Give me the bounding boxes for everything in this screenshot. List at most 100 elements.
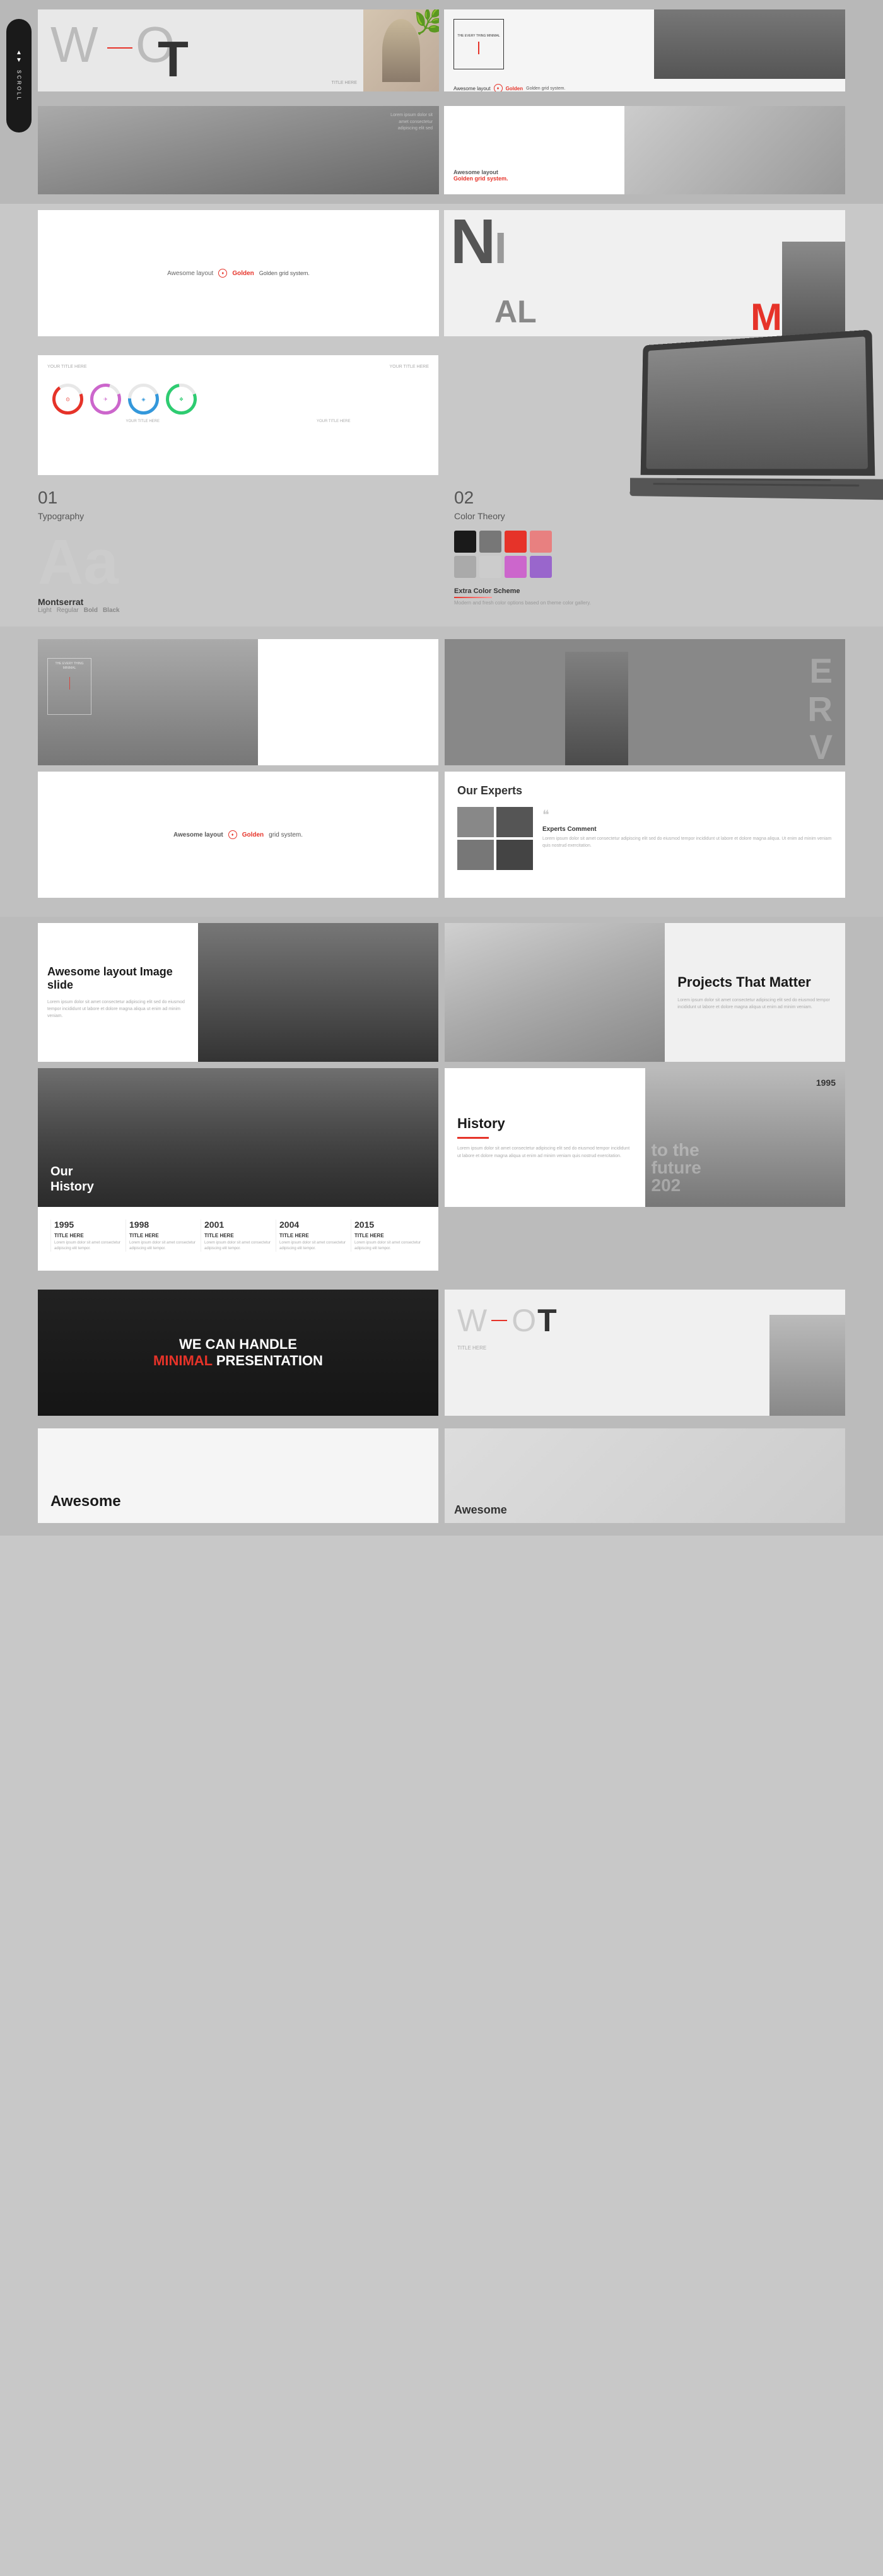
- expert-thumb-1: [457, 807, 494, 837]
- circle-4: ❖: [164, 382, 199, 416]
- label-4: YOUR TITLE HERE: [317, 420, 351, 423]
- font-weights: Light Regular Bold Black: [38, 607, 429, 614]
- year-2001-desc: Lorem ipsum dolor sit amet consectetur a…: [204, 1240, 272, 1252]
- grid-label-centered: Golden grid system.: [259, 270, 310, 276]
- big-aa-letters: Aa: [38, 531, 429, 594]
- year-2004-subtitle: TITLE HERE: [279, 1233, 348, 1238]
- section-cta: WE CAN HANDLE MINIMAL PRESENTATION W O T…: [0, 1283, 883, 1422]
- letter-m: M: [751, 298, 782, 336]
- label-1: YOUR TITLE HERE: [47, 365, 87, 369]
- letter-i: I: [494, 223, 506, 273]
- cta-end-word: PRESENTATION: [216, 1353, 323, 1368]
- circle-icon-2: ✈: [103, 396, 108, 402]
- history-right-title: History: [457, 1115, 633, 1132]
- font-name: Montserrat: [38, 597, 429, 607]
- final-slide: Awesome: [445, 1428, 845, 1523]
- cta-accent-word: MINIMAL: [153, 1353, 213, 1368]
- weight-bold: Bold: [84, 607, 98, 614]
- person-box-slide: THE EVERY THING MINIMAL: [38, 639, 438, 765]
- cta-content: WE CAN HANDLE MINIMAL PRESENTATION: [153, 1336, 323, 1370]
- year-2015-desc: Lorem ipsum dolor sit amet consectetur a…: [354, 1240, 423, 1252]
- sidebar-label: SCROLL: [16, 70, 22, 102]
- small-golden-centered: Awesome layout ♦ Golden grid system.: [38, 772, 438, 898]
- weight-regular: Regular: [57, 607, 79, 614]
- year-1995-subtitle: TITLE HERE: [54, 1233, 122, 1238]
- history-crowd-bg: [38, 1068, 438, 1207]
- timeline-row: 1995 TITLE HERE Lorem ipsum dolor sit am…: [38, 1207, 438, 1271]
- wyo-red-line: [491, 1320, 507, 1321]
- our-history-text: OurHistory: [50, 1164, 94, 1194]
- preview-row-2: Awesome layout ♦ Golden grid system. Our…: [38, 772, 845, 898]
- matter-left-img: [445, 923, 665, 1062]
- projects-matter-slide: Projects That Matter Lorem ipsum dolor s…: [445, 923, 845, 1062]
- awesome-text-small: Awesome layout: [173, 832, 223, 838]
- laptop-screen: [646, 336, 868, 469]
- experts-comment: ❝ Experts Comment Lorem ipsum dolor sit …: [542, 807, 833, 870]
- last-row: Awesome Awesome: [0, 1422, 883, 1536]
- history-right-text: Lorem ipsum dolor sit amet consectetur a…: [457, 1145, 633, 1159]
- history-right-content: History Lorem ipsum dolor sit amet conse…: [445, 1068, 645, 1207]
- letter-n: N: [450, 210, 496, 273]
- comment-title: Experts Comment: [542, 826, 833, 833]
- letter-w: W: [50, 16, 98, 74]
- circle-icon-3: ◈: [141, 396, 145, 402]
- feature-number-1: 01: [38, 488, 429, 508]
- golden-slide-inner: THE EVERY THING MINIMAL: [444, 9, 845, 79]
- crowd-overlay: [38, 1068, 438, 1207]
- awesome-golden-right: Awesome layout Golden grid system.: [444, 106, 845, 194]
- letter-t: T: [158, 30, 189, 88]
- matter-arch-img: [445, 923, 665, 1062]
- letter-r: R: [800, 690, 833, 729]
- weight-light: Light: [38, 607, 52, 614]
- awesome-last-slide: Awesome: [38, 1428, 438, 1523]
- small-golden-icon: ♦: [228, 830, 237, 839]
- golden-centered-slide: Awesome layout ♦ Golden Golden grid syst…: [38, 210, 439, 336]
- box-overlay: THE EVERY THING MINIMAL: [47, 658, 91, 715]
- preview-row-1: THE EVERY THING MINIMAL E R V YE.: [38, 639, 845, 765]
- circles-container: ⊙ ✈ ◈: [38, 382, 438, 416]
- experts-images: [457, 807, 533, 870]
- year-2001: 2001: [204, 1220, 272, 1230]
- wyo-typo-slide: W O T TITLE HERE 🌿: [38, 9, 439, 91]
- label-2: YOUR TITLE HERE: [390, 365, 430, 369]
- arrow-up-icon: ▲: [16, 50, 22, 56]
- cta-dark-slide: WE CAN HANDLE MINIMAL PRESENTATION: [38, 1290, 438, 1416]
- matter-right-content: Projects That Matter Lorem ipsum dolor s…: [665, 923, 845, 1062]
- weight-black: Black: [103, 607, 120, 614]
- erv-person: [565, 652, 628, 765]
- experts-content: ❝ Experts Comment Lorem ipsum dolor sit …: [457, 807, 833, 870]
- cta-line-1: WE CAN HANDLE: [153, 1336, 323, 1353]
- underline-red: [454, 597, 492, 598]
- golden-icon: ♦: [494, 84, 503, 91]
- leaf-icon: 🌿: [414, 9, 439, 36]
- swatch-gray: [479, 531, 501, 553]
- year-col-2: 1998 TITLE HERE Lorem ipsum dolor sit am…: [126, 1220, 201, 1252]
- awesome-last-title: Awesome: [50, 1493, 121, 1510]
- awesome-left: Awesome layout Image slide Lorem ipsum d…: [38, 923, 198, 1062]
- extra-colors-desc: Modern and fresh color options based on …: [454, 600, 845, 606]
- golden-right-image: [654, 9, 845, 79]
- circle-2: ✈: [88, 382, 123, 416]
- section-top: W O T TITLE HERE 🌿 THE EVERY THING MINIM…: [0, 0, 883, 204]
- laptop-section: YOUR TITLE HERE YOUR TITLE HERE ⊙: [0, 343, 883, 626]
- swatch-pink: [530, 531, 552, 553]
- year-1998: 1998: [129, 1220, 197, 1230]
- year-col-5: 2015 TITLE HERE Lorem ipsum dolor sit am…: [351, 1220, 426, 1252]
- cta-grid: WE CAN HANDLE MINIMAL PRESENTATION W O T…: [38, 1290, 845, 1416]
- year-2001-subtitle: TITLE HERE: [204, 1233, 272, 1238]
- infographic-labels-bottom: YOUR TITLE HERE YOUR TITLE HERE: [38, 416, 438, 426]
- history-row: OurHistory 1995 TITLE HERE Lorem ipsum d…: [38, 1068, 845, 1271]
- nominal-slide: N I M AL: [444, 210, 845, 336]
- matter-desc: Lorem ipsum dolor sit amet consectetur a…: [677, 997, 833, 1011]
- circle-3: ◈: [126, 382, 161, 416]
- year-2015: 2015: [354, 1220, 423, 1230]
- circle-1: ⊙: [50, 382, 85, 416]
- swatch-black: [454, 531, 476, 553]
- cta-line-2: MINIMAL PRESENTATION: [153, 1353, 323, 1369]
- golden-bottom-bar: Awesome layout ♦ Golden Golden grid syst…: [444, 79, 845, 91]
- nominal-person: [782, 242, 845, 336]
- golden-label-centered: Golden: [232, 270, 254, 277]
- extra-colors-title: Extra Color Scheme: [454, 587, 845, 595]
- sidebar[interactable]: ▲ ▼ SCROLL: [6, 19, 32, 132]
- title-here-label: TITLE HERE: [332, 81, 357, 85]
